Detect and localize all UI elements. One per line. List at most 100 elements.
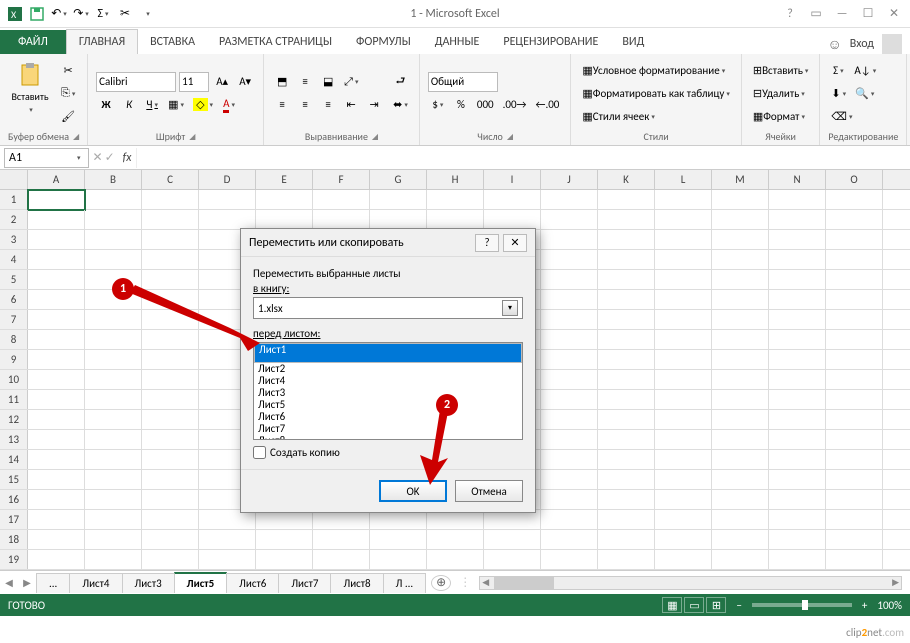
dialog-launcher-icon[interactable]: ◢: [189, 132, 195, 142]
cell[interactable]: [598, 510, 655, 529]
zoom-level[interactable]: 100%: [877, 599, 902, 612]
paste-button[interactable]: Вставить ▾: [8, 58, 52, 118]
cell[interactable]: [85, 370, 142, 389]
cell[interactable]: [370, 550, 427, 569]
autosum-button[interactable]: Σ▾: [828, 60, 848, 80]
cell[interactable]: [826, 330, 883, 349]
undo-icon[interactable]: ↶▾: [50, 5, 68, 23]
cell[interactable]: [256, 190, 313, 209]
tab-file[interactable]: ФАЙЛ: [0, 30, 66, 54]
cell[interactable]: [598, 490, 655, 509]
increase-font-button[interactable]: A▴: [212, 72, 232, 92]
cell[interactable]: [142, 450, 199, 469]
merge-button[interactable]: ⬌▾: [390, 95, 411, 115]
sheet-tab[interactable]: Лист3: [122, 573, 175, 593]
tab-nav-prev[interactable]: ◀: [0, 576, 18, 589]
row-header[interactable]: 2: [0, 210, 28, 229]
cell[interactable]: [769, 490, 826, 509]
cell-styles-button[interactable]: ▦ Стили ячеек▾: [579, 106, 732, 126]
cell[interactable]: [28, 310, 85, 329]
cell[interactable]: [826, 310, 883, 329]
ribbon-display-icon[interactable]: ▭: [804, 4, 828, 24]
cell[interactable]: [769, 450, 826, 469]
cell[interactable]: [256, 530, 313, 549]
cell[interactable]: [655, 450, 712, 469]
cell[interactable]: [769, 530, 826, 549]
find-button[interactable]: 🔍▾: [852, 83, 877, 103]
cell[interactable]: [655, 270, 712, 289]
cell[interactable]: [142, 470, 199, 489]
view-page-break-button[interactable]: ⊞: [706, 597, 726, 613]
dialog-launcher-icon[interactable]: ◢: [73, 132, 79, 142]
col-header[interactable]: M: [712, 170, 769, 189]
cell[interactable]: [712, 450, 769, 469]
cell[interactable]: [541, 310, 598, 329]
cell[interactable]: [541, 490, 598, 509]
cell[interactable]: [28, 330, 85, 349]
row-header[interactable]: 5: [0, 270, 28, 289]
cell[interactable]: [598, 470, 655, 489]
cell[interactable]: [85, 490, 142, 509]
save-icon[interactable]: [28, 5, 46, 23]
cell[interactable]: [769, 190, 826, 209]
cell[interactable]: [598, 390, 655, 409]
cell[interactable]: [712, 210, 769, 229]
comma-button[interactable]: 000: [474, 95, 497, 115]
cell[interactable]: [598, 190, 655, 209]
cell[interactable]: [199, 210, 256, 229]
cell[interactable]: [712, 430, 769, 449]
col-header[interactable]: A: [28, 170, 85, 189]
cell[interactable]: [28, 290, 85, 309]
format-cells-button[interactable]: ▦ Формат▾: [750, 106, 812, 126]
cell[interactable]: [541, 330, 598, 349]
cell[interactable]: [28, 490, 85, 509]
select-all-corner[interactable]: [0, 170, 28, 189]
format-as-table-button[interactable]: ▦ Форматировать как таблицу▾: [579, 83, 732, 103]
book-combobox[interactable]: 1.xlsx ▾: [253, 297, 523, 319]
cell[interactable]: [826, 190, 883, 209]
cell[interactable]: [655, 490, 712, 509]
cell[interactable]: [769, 270, 826, 289]
cell[interactable]: [28, 390, 85, 409]
cell[interactable]: [769, 230, 826, 249]
sheet-tab[interactable]: Лист4: [69, 573, 122, 593]
underline-button[interactable]: Ч▾: [142, 95, 162, 115]
cell[interactable]: [142, 530, 199, 549]
tab-layout[interactable]: РАЗМЕТКА СТРАНИЦЫ: [207, 30, 344, 54]
tab-formulas[interactable]: ФОРМУЛЫ: [344, 30, 423, 54]
col-header[interactable]: L: [655, 170, 712, 189]
cell[interactable]: [313, 530, 370, 549]
align-left-button[interactable]: ≡: [272, 95, 292, 115]
copy-button[interactable]: ⎘▾: [58, 83, 78, 103]
cell[interactable]: [655, 530, 712, 549]
cell[interactable]: [769, 330, 826, 349]
cell[interactable]: [28, 230, 85, 249]
cell[interactable]: [541, 430, 598, 449]
cell[interactable]: [598, 550, 655, 569]
row-header[interactable]: 17: [0, 510, 28, 529]
row-header[interactable]: 1: [0, 190, 28, 209]
cell[interactable]: [85, 390, 142, 409]
cell[interactable]: [370, 530, 427, 549]
list-item[interactable]: Лист1: [254, 343, 522, 363]
cell[interactable]: [598, 370, 655, 389]
cell[interactable]: [769, 430, 826, 449]
dialog-close-button[interactable]: ✕: [503, 234, 527, 252]
insert-cells-button[interactable]: ⊞ Вставить▾: [750, 60, 812, 80]
dialog-help-button[interactable]: ?: [475, 234, 499, 252]
cell[interactable]: [28, 350, 85, 369]
cut-icon[interactable]: ✂: [116, 5, 134, 23]
cell[interactable]: [28, 510, 85, 529]
zoom-in-button[interactable]: +: [862, 599, 867, 612]
cell[interactable]: [541, 210, 598, 229]
enter-formula-icon[interactable]: ✓: [105, 150, 115, 165]
cell[interactable]: [826, 270, 883, 289]
col-header[interactable]: H: [427, 170, 484, 189]
cell[interactable]: [769, 250, 826, 269]
cell[interactable]: [769, 210, 826, 229]
cell[interactable]: [769, 510, 826, 529]
align-top-button[interactable]: ⬒: [272, 72, 292, 92]
cell[interactable]: [427, 210, 484, 229]
cell[interactable]: [769, 390, 826, 409]
clear-button[interactable]: ⌫▾: [828, 106, 855, 126]
